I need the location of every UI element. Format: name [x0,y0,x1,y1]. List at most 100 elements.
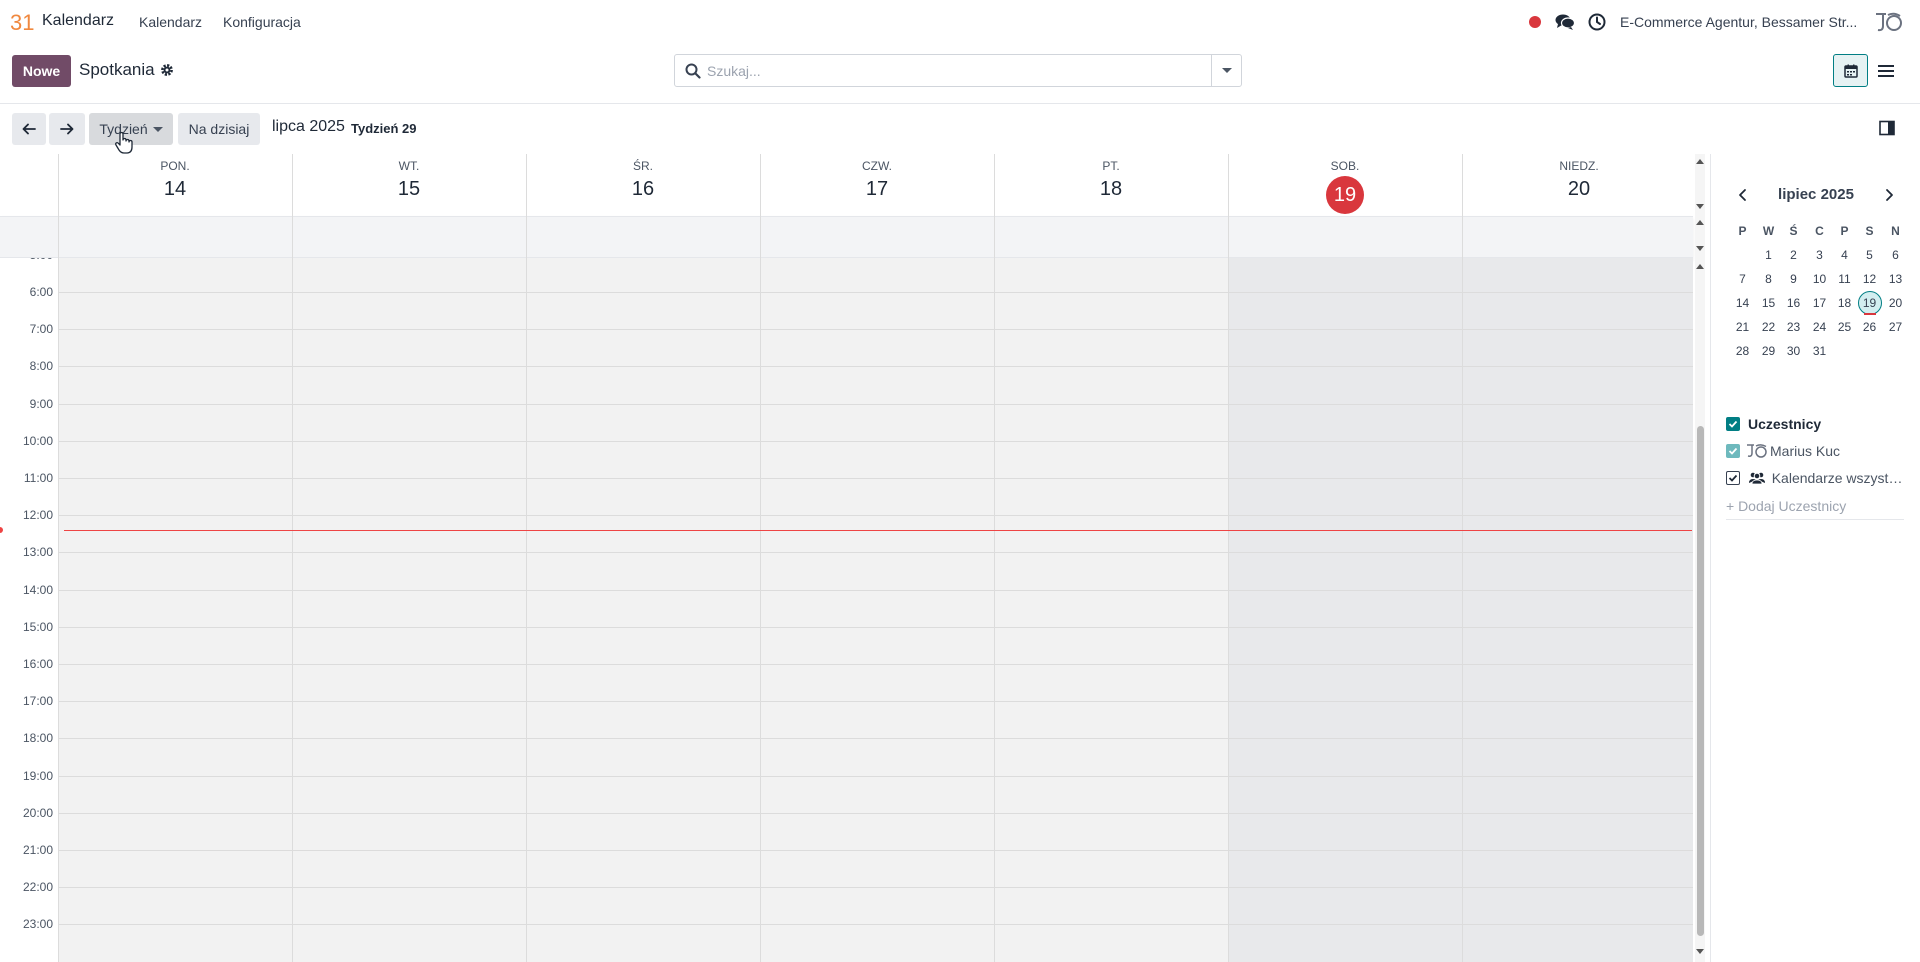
mini-day[interactable]: 26 [1857,320,1882,334]
day-column[interactable] [526,258,760,962]
mini-day[interactable]: 11 [1832,272,1857,286]
calendar-app-icon[interactable]: 31 [9,9,35,35]
mini-day[interactable]: 22 [1756,320,1781,334]
mini-day[interactable]: 4 [1832,248,1857,262]
mini-day[interactable]: 23 [1781,320,1806,334]
mini-day[interactable]: 15 [1756,296,1781,310]
day-header[interactable]: ŚR. 16 [526,154,760,216]
scroll-down-icon[interactable] [1696,204,1704,209]
scroll-up-icon[interactable] [1696,159,1704,164]
day-name: ŚR. [632,159,653,173]
hour-label: 21:00 [22,843,53,857]
hour-line [58,887,1693,889]
hour-line [58,366,1693,368]
day-column[interactable] [760,258,994,962]
scroll-thumb[interactable] [1697,426,1704,936]
attendee-item-marius[interactable]: Marius Kuc [1726,441,1904,461]
day-header[interactable]: PON. 14 [58,154,292,216]
mini-day[interactable]: 28 [1730,344,1755,358]
chat-icon[interactable] [1555,13,1576,31]
mini-day[interactable]: 5 [1857,248,1882,262]
mini-day[interactable]: 30 [1781,344,1806,358]
all-day-row[interactable] [0,216,1693,258]
company-switcher[interactable]: E-Commerce Agentur, Bessamer Str... [1620,14,1857,30]
day-column[interactable] [292,258,526,962]
day-number[interactable]: 16 [526,178,760,201]
mini-calendar-title: lipiec 2025 [1778,186,1854,203]
today-day-number[interactable]: 19 [1326,176,1364,214]
hour-line [58,515,1693,517]
mini-day[interactable]: 10 [1807,272,1832,286]
view-switcher [1833,54,1903,87]
search-input[interactable] [707,59,1177,83]
user-avatar[interactable] [1874,10,1904,36]
checkbox-checked-icon[interactable] [1726,444,1740,458]
attendees-header[interactable]: Uczestnicy [1726,414,1821,434]
day-name: WT. [398,159,420,173]
mini-next-month-button[interactable] [1882,188,1896,202]
mini-day[interactable]: 16 [1781,296,1806,310]
mini-day[interactable]: 18 [1832,296,1857,310]
day-number[interactable]: 20 [1462,178,1696,201]
day-column[interactable] [58,258,292,962]
attendee-item-all-calendars[interactable]: Kalendarze wszystk... [1726,468,1904,488]
gear-icon[interactable] [160,63,174,77]
mini-day[interactable]: 19 [1857,296,1882,310]
previous-period-button[interactable] [12,113,46,145]
time-grid[interactable]: 5:00 6:00 7:00 8:00 9:00 10:00 11:00 12:00 13:00… [0,258,1693,962]
mini-day[interactable]: 6 [1883,248,1908,262]
hour-line [58,329,1693,331]
day-column[interactable] [994,258,1228,962]
column-divider [1228,258,1229,962]
scroll-down-icon[interactable] [1696,949,1704,954]
add-attendees-link[interactable]: + Dodaj Uczestnicy [1726,498,1846,514]
scroll-up-icon[interactable] [1696,264,1704,269]
day-header[interactable]: CZW. 17 [760,154,994,216]
day-header[interactable]: WT. 15 [292,154,526,216]
mini-day[interactable]: 2 [1781,248,1806,262]
mini-day[interactable]: 12 [1857,272,1882,286]
day-number[interactable]: 15 [292,178,526,201]
mini-day[interactable]: 29 [1756,344,1781,358]
day-header[interactable]: NIEDZ. 20 [1462,154,1696,216]
calendar-view-button[interactable] [1833,54,1868,87]
scroll-down-icon[interactable] [1696,246,1704,251]
record-dot-icon[interactable] [1529,16,1541,28]
day-header[interactable]: PT. 18 [994,154,1228,216]
day-number[interactable]: 18 [994,178,1228,201]
mini-day[interactable]: 1 [1756,248,1781,262]
sidebar-toggle-icon[interactable] [1879,120,1895,136]
today-button[interactable]: Na dzisiaj [178,113,260,145]
mini-day[interactable]: 8 [1756,272,1781,286]
mini-day[interactable]: 7 [1730,272,1755,286]
day-number[interactable]: 17 [760,178,994,201]
day-header[interactable]: SOB. 19 [1228,154,1462,216]
checkbox-checked-icon[interactable] [1726,417,1740,431]
day-column[interactable] [1228,258,1462,962]
mini-day[interactable]: 27 [1883,320,1908,334]
mini-day[interactable]: 20 [1883,296,1908,310]
calendar-view-icon [1843,64,1858,78]
menu-item-konfiguracja[interactable]: Konfiguracja [223,14,301,30]
mini-day[interactable]: 3 [1807,248,1832,262]
next-period-button[interactable] [49,113,85,145]
scroll-up-icon[interactable] [1696,220,1704,225]
menu-item-kalendarz[interactable]: Kalendarz [139,14,202,30]
app-name[interactable]: Kalendarz [42,12,114,30]
mini-day[interactable]: 25 [1832,320,1857,334]
new-button[interactable]: Nowe [12,55,71,87]
mini-day[interactable]: 14 [1730,296,1755,310]
hour-label: 6:00 [29,285,53,299]
checkbox-checked-icon[interactable] [1726,471,1740,485]
mini-day[interactable]: 13 [1883,272,1908,286]
mini-day[interactable]: 9 [1781,272,1806,286]
mini-day[interactable]: 17 [1807,296,1832,310]
day-column[interactable] [1462,258,1693,962]
list-view-button[interactable] [1868,54,1903,87]
mini-day[interactable]: 24 [1807,320,1832,334]
search-options-toggle[interactable] [1211,55,1241,86]
mini-day[interactable]: 21 [1730,320,1755,334]
clock-icon[interactable] [1588,13,1606,31]
mini-day[interactable]: 31 [1807,344,1832,358]
day-number[interactable]: 14 [58,178,292,201]
